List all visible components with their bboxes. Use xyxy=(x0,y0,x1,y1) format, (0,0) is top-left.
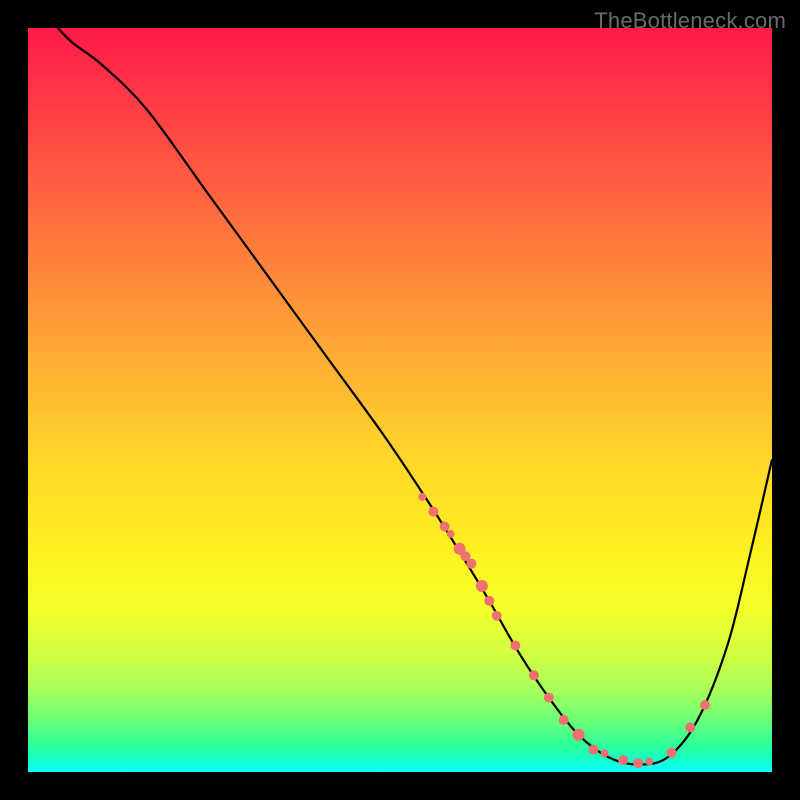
scatter-dot xyxy=(700,700,710,710)
scatter-dot xyxy=(559,715,569,725)
scatter-dot xyxy=(418,493,426,501)
chart-overlay xyxy=(28,28,772,772)
scatter-dot xyxy=(633,758,643,768)
scatter-dot xyxy=(428,507,438,517)
scatter-dot xyxy=(544,693,554,703)
scatter-group xyxy=(418,493,710,768)
chart-area xyxy=(28,28,772,772)
scatter-dot xyxy=(685,722,695,732)
scatter-dot xyxy=(529,670,539,680)
scatter-dot xyxy=(510,641,520,651)
scatter-dot xyxy=(601,749,609,757)
bottleneck-curve xyxy=(58,28,772,765)
scatter-dot xyxy=(476,580,488,592)
scatter-dot xyxy=(667,748,677,758)
scatter-dot xyxy=(645,758,653,766)
scatter-dot xyxy=(588,745,598,755)
scatter-dot xyxy=(492,611,502,621)
scatter-dot xyxy=(484,596,494,606)
scatter-dot xyxy=(618,755,628,765)
watermark-text: TheBottleneck.com xyxy=(594,8,786,34)
scatter-dot xyxy=(447,530,455,538)
scatter-dot xyxy=(573,729,585,741)
scatter-dot xyxy=(466,559,476,569)
scatter-dot xyxy=(440,521,450,531)
